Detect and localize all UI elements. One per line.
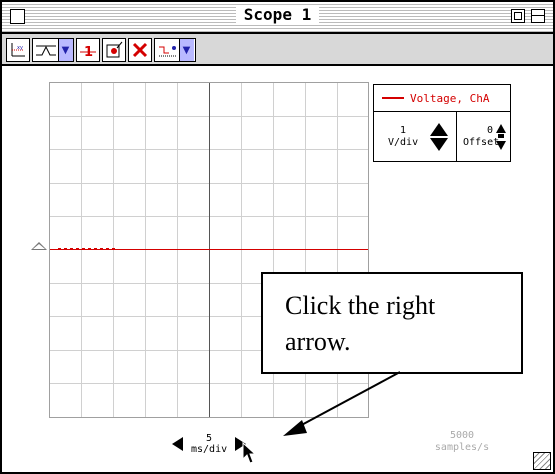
axes-icon: xy (11, 43, 25, 57)
trace-noise (58, 248, 118, 250)
reference-icon: 1 (80, 45, 96, 59)
probe-icon (106, 41, 123, 58)
volts-per-div-unit: V/div (388, 136, 419, 148)
probe-button[interactable] (102, 38, 126, 62)
volts-per-div-value: 1 (400, 124, 407, 136)
toolbar: xy ▼ 1 ▼ (2, 34, 553, 66)
volts-per-div-control: 1 V/div (374, 112, 457, 161)
offset-value: 0 (486, 124, 493, 136)
title-bar[interactable]: Scope 1 (2, 2, 553, 34)
zoom-box[interactable] (511, 9, 525, 23)
time-axis (209, 83, 210, 417)
display-button[interactable]: ▼ (154, 38, 196, 62)
window-title: Scope 1 (2, 5, 553, 24)
offset-thumb-icon[interactable] (498, 133, 504, 138)
resize-grip-icon[interactable] (533, 452, 551, 470)
instruction-callout: Click the right arrow. (261, 272, 523, 374)
svg-text:1: 1 (84, 45, 93, 59)
timebase-left-arrow-icon[interactable] (172, 437, 183, 451)
svg-text:xy: xy (17, 45, 23, 51)
timebase-control: 5 ms/div (172, 430, 247, 458)
collapse-box[interactable] (531, 9, 545, 23)
channel-header[interactable]: Voltage, ChA (374, 85, 510, 112)
channel-color-swatch (382, 97, 404, 99)
scope-window: Scope 1 xy ▼ 1 ▼ Voltage, ChA 1 V/div 0 … (0, 0, 555, 474)
trigger-icon (35, 45, 56, 56)
channel-name: Voltage, ChA (410, 91, 490, 105)
sample-rate: 5000 samples/s (422, 430, 502, 454)
trigger-dropdown-icon[interactable]: ▼ (57, 39, 73, 61)
display-icon (158, 46, 177, 57)
display-dropdown-icon[interactable]: ▼ (178, 39, 194, 61)
offset-control: 0 Offset (457, 112, 510, 161)
trigger-button[interactable]: ▼ (32, 38, 74, 62)
reference-button[interactable]: 1 (76, 38, 100, 62)
offset-label: Offset (463, 136, 500, 148)
timebase-value: 5 (206, 433, 213, 444)
timebase-unit: ms/div (191, 444, 228, 455)
delete-icon (132, 42, 148, 58)
channel-panel: Voltage, ChA 1 V/div 0 Offset (373, 84, 511, 162)
callout-line-2: arrow. (285, 327, 351, 356)
delete-button[interactable] (128, 38, 152, 62)
trigger-level-marker[interactable] (31, 242, 47, 250)
volts-down-arrow-icon[interactable] (430, 137, 449, 151)
volts-up-arrow-icon[interactable] (430, 122, 449, 136)
axes-button[interactable]: xy (6, 38, 30, 62)
mouse-pointer-icon (242, 442, 256, 464)
offset-up-arrow-icon[interactable] (496, 123, 506, 133)
sample-rate-value: 5000 (449, 430, 475, 441)
sample-rate-unit: samples/s (434, 442, 490, 453)
offset-down-arrow-icon[interactable] (496, 140, 506, 150)
callout-line-1: Click the right (285, 291, 436, 320)
